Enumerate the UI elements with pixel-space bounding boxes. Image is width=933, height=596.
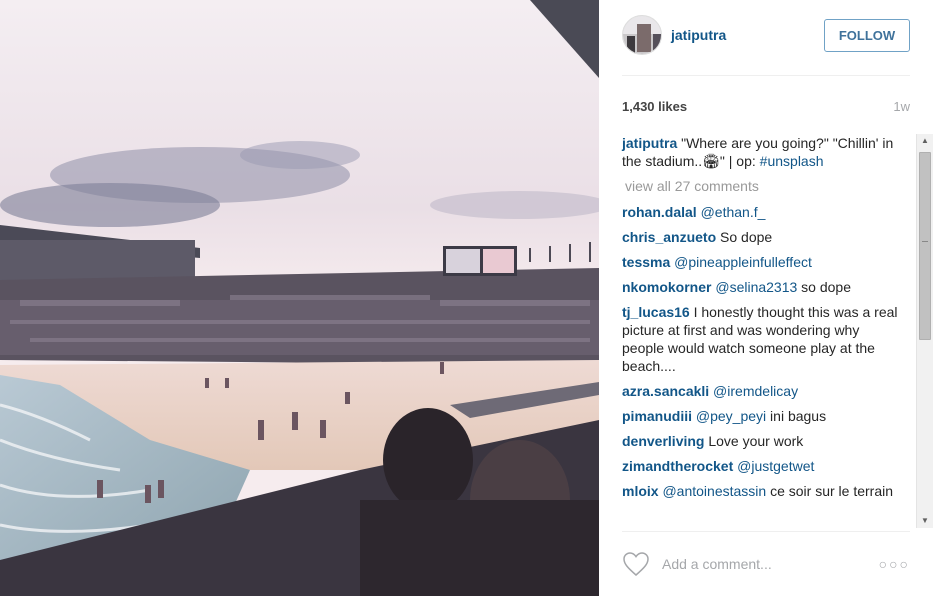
likes-count[interactable]: 1,430 likes xyxy=(622,99,687,114)
comment-username[interactable]: rohan.dalal xyxy=(622,204,697,220)
comment-item: nkomokorner @selina2313 so dope xyxy=(622,278,902,296)
comment-mention[interactable]: @antoinestassin xyxy=(659,483,766,499)
follow-button[interactable]: FOLLOW xyxy=(824,19,910,52)
post-footer: Add a comment... ○○○ xyxy=(622,548,910,580)
caption-username[interactable]: jatiputra xyxy=(622,135,677,151)
username-link[interactable]: jatiputra xyxy=(671,27,726,43)
comment-text: Love your work xyxy=(704,433,804,449)
comment-item: zimandtherocket @justgetwet xyxy=(622,457,902,475)
add-comment-input[interactable]: Add a comment... xyxy=(662,556,879,572)
comment-username[interactable]: zimandtherocket xyxy=(622,458,733,474)
scrollbar-grip xyxy=(922,241,928,242)
comment-text: so dope xyxy=(797,279,852,295)
comment-item: tj_lucas16 I honestly thought this was a… xyxy=(622,303,902,375)
view-all-comments-link[interactable]: view all 27 comments xyxy=(625,177,902,195)
scrollbar-thumb[interactable] xyxy=(919,152,931,340)
post-photo[interactable] xyxy=(0,0,599,596)
comment-text: So dope xyxy=(716,229,773,245)
post-header: jatiputra FOLLOW xyxy=(622,15,910,55)
comment-mention[interactable]: @pey_peyi xyxy=(692,408,766,424)
comment-text: ini bagus xyxy=(766,408,827,424)
avatar[interactable] xyxy=(622,15,662,55)
comment-username[interactable]: tj_lucas16 xyxy=(622,304,690,320)
comment-username[interactable]: chris_anzueto xyxy=(622,229,716,245)
comment-mention[interactable]: @iremdelicay xyxy=(709,383,798,399)
comment-username[interactable]: nkomokorner xyxy=(622,279,711,295)
comment-item: tessma @pineappleinfulleffect xyxy=(622,253,902,271)
footer-divider xyxy=(622,531,910,532)
caption: jatiputra "Where are you going?" "Chilli… xyxy=(622,134,902,170)
comment-mention[interactable]: @selina2313 xyxy=(711,279,797,295)
caption-hashtag[interactable]: #unsplash xyxy=(760,153,824,169)
heart-icon[interactable] xyxy=(622,551,650,577)
comment-mention[interactable]: @ethan.f_ xyxy=(697,204,766,220)
comment-item: rohan.dalal @ethan.f_ xyxy=(622,203,902,221)
header-divider xyxy=(622,75,910,76)
comment-username[interactable]: azra.sancakli xyxy=(622,383,709,399)
comment-item: chris_anzueto So dope xyxy=(622,228,902,246)
comment-username[interactable]: tessma xyxy=(622,254,670,270)
comments-list: jatiputra "Where are you going?" "Chilli… xyxy=(622,134,902,507)
comment-item: azra.sancakli @iremdelicay xyxy=(622,382,902,400)
comment-username[interactable]: mloix xyxy=(622,483,659,499)
comments-scrollbar[interactable]: ▲ ▼ xyxy=(916,134,933,528)
comment-item: denverliving Love your work xyxy=(622,432,902,450)
comment-item: mloix @antoinestassin ce soir sur le ter… xyxy=(622,482,902,500)
comment-text: ce soir sur le terrain xyxy=(766,483,894,499)
comment-item: pimanudiii @pey_peyi ini bagus xyxy=(622,407,902,425)
scroll-up-arrow-icon[interactable]: ▲ xyxy=(921,137,929,145)
post-stats: 1,430 likes 1w xyxy=(622,97,910,115)
comment-username[interactable]: pimanudiii xyxy=(622,408,692,424)
comment-mention[interactable]: @justgetwet xyxy=(733,458,814,474)
comment-mention[interactable]: @pineappleinfulleffect xyxy=(670,254,812,270)
scroll-down-arrow-icon[interactable]: ▼ xyxy=(921,517,929,525)
more-options-icon[interactable]: ○○○ xyxy=(879,556,910,572)
avatar-image xyxy=(623,16,661,54)
post-detail-panel: jatiputra FOLLOW 1,430 likes 1w jatiputr… xyxy=(599,0,933,596)
post-timestamp[interactable]: 1w xyxy=(893,99,910,114)
comment-username[interactable]: denverliving xyxy=(622,433,704,449)
stadium-beach-image xyxy=(0,0,599,596)
